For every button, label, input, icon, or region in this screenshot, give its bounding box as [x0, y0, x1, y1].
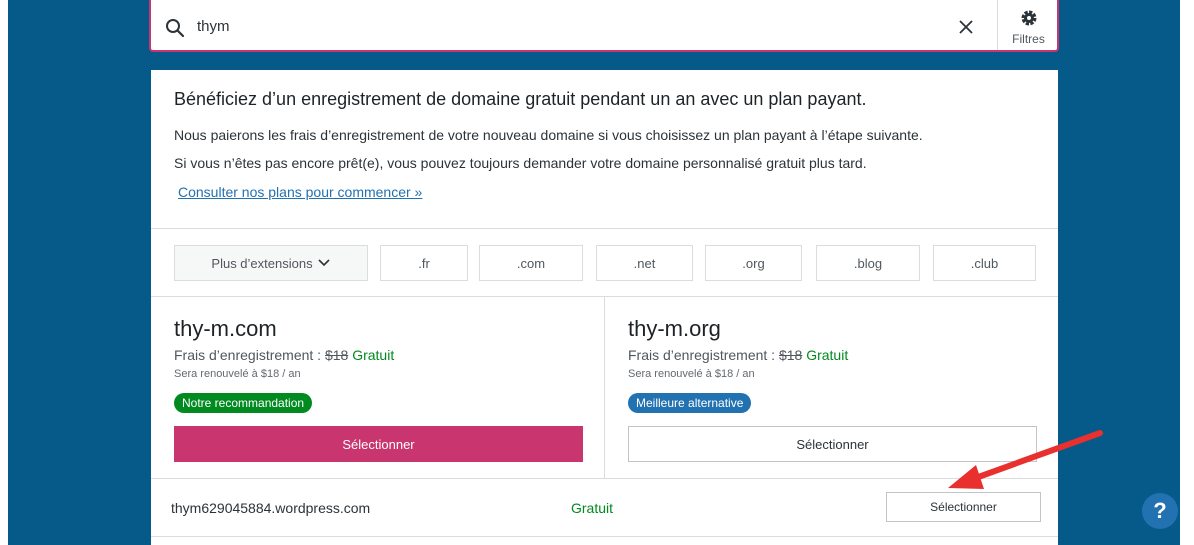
annotation-arrow-icon [948, 430, 1103, 489]
free-price: Gratuit [352, 347, 395, 363]
domain-search-input[interactable] [197, 14, 957, 38]
promo-text-2: Si vous n’êtes pas encore prêt(e), vous … [174, 155, 867, 171]
gear-icon [1021, 10, 1037, 26]
price-label: Frais d’enregistrement : [628, 347, 776, 363]
free-price: Gratuit [806, 347, 849, 363]
wpcom-price: Gratuit [571, 500, 614, 516]
suggestion-domain-name: thy-m.org [628, 316, 721, 341]
tld-filter-blog[interactable]: .blog [816, 245, 920, 281]
alternative-badge: Meilleure alternative [628, 393, 752, 413]
more-extensions-label: Plus d’extensions [211, 255, 313, 271]
select-wpcom-domain-button[interactable]: Sélectionner [886, 492, 1041, 522]
promo-title: Bénéficiez d’un enregistrement de domain… [174, 89, 867, 109]
tld-filter-net[interactable]: .net [596, 245, 693, 281]
promo-text-1: Nous paierons les frais d’enregistrement… [174, 127, 923, 143]
filters-label: Filtres [1012, 32, 1045, 46]
chevron-down-icon [318, 259, 330, 267]
tld-filter-club[interactable]: .club [933, 245, 1036, 281]
search-icon [166, 19, 185, 38]
divider [151, 536, 1058, 537]
suggestion-price: Frais d’enregistrement : $18 Gratuit [174, 347, 394, 363]
old-price: $18 [778, 347, 803, 363]
recommendation-badge: Notre recommandation [174, 393, 313, 413]
divider [151, 228, 1058, 229]
domain-results-card: Bénéficiez d’un enregistrement de domain… [151, 70, 1058, 545]
more-extensions-button[interactable]: Plus d’extensions [174, 245, 368, 281]
help-button[interactable]: ? [1142, 493, 1178, 529]
filters-button[interactable]: Filtres [997, 0, 1059, 50]
renewal-text: Sera renouvelé à $18 / an [628, 368, 755, 380]
column-divider [604, 297, 605, 478]
clear-search-icon[interactable] [955, 16, 977, 38]
suggestion-domain-name: thy-m.com [174, 316, 277, 341]
suggestion-price: Frais d’enregistrement : $18 Gratuit [628, 347, 848, 363]
wpcom-domain-name: thym629045884.wordpress.com [171, 500, 371, 516]
view-plans-link[interactable]: Consulter nos plans pour commencer » [178, 184, 422, 200]
tld-filter-com[interactable]: .com [479, 245, 583, 281]
tld-filter-org[interactable]: .org [705, 245, 802, 281]
divider [151, 478, 1058, 479]
select-domain-button[interactable]: Sélectionner [174, 426, 583, 462]
renewal-text: Sera renouvelé à $18 / an [174, 368, 301, 380]
tld-filter-fr[interactable]: .fr [380, 245, 468, 281]
price-label: Frais d’enregistrement : [174, 347, 322, 363]
domain-search-bar: Filtres [149, 0, 1059, 52]
old-price: $18 [324, 347, 349, 363]
